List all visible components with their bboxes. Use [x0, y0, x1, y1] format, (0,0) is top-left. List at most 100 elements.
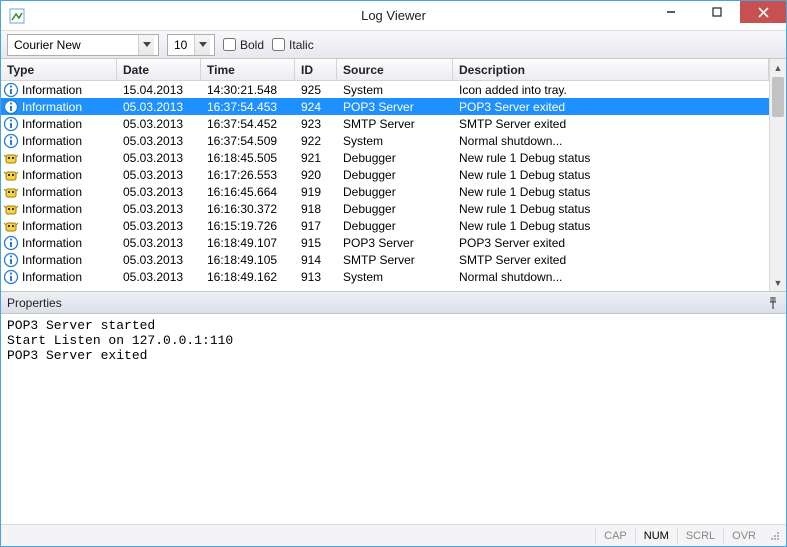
table-row[interactable]: Information05.03.201316:15:19.726917Debu… — [1, 217, 769, 234]
properties-header[interactable]: Properties — [1, 292, 786, 314]
info-icon — [3, 82, 19, 98]
table-row[interactable]: Information05.03.201316:37:54.453924POP3… — [1, 98, 769, 115]
cell-type-text: Information — [22, 270, 82, 284]
cell-description: New rule 1 Debug status — [453, 149, 769, 166]
cell-time: 16:18:49.105 — [201, 251, 295, 268]
scrollbar-thumb[interactable] — [772, 77, 784, 117]
table-header[interactable]: Type Date Time ID Source Description — [1, 59, 769, 81]
table-row[interactable]: Information15.04.201314:30:21.548925Syst… — [1, 81, 769, 98]
status-cap: CAP — [595, 528, 635, 544]
log-table[interactable]: Type Date Time ID Source Description Inf… — [1, 59, 769, 291]
cell-id: 922 — [295, 132, 337, 149]
cell-date: 05.03.2013 — [117, 166, 201, 183]
maximize-button[interactable] — [694, 1, 740, 23]
cell-id: 925 — [295, 81, 337, 98]
italic-checkbox[interactable]: Italic — [272, 38, 314, 52]
cell-time: 16:18:49.162 — [201, 268, 295, 285]
table-row[interactable]: Information05.03.201316:17:26.553920Debu… — [1, 166, 769, 183]
cell-description: SMTP Server exited — [453, 251, 769, 268]
bold-checkbox-input[interactable] — [223, 38, 236, 51]
cell-type-text: Information — [22, 253, 82, 267]
cell-time: 16:18:49.107 — [201, 234, 295, 251]
chevron-down-icon[interactable] — [138, 35, 154, 55]
column-id[interactable]: ID — [295, 59, 337, 80]
cell-source: POP3 Server — [337, 98, 453, 115]
cell-source: POP3 Server — [337, 234, 453, 251]
scroll-up-icon[interactable]: ▲ — [770, 59, 786, 76]
column-type[interactable]: Type — [1, 59, 117, 80]
status-ovr: OVR — [723, 528, 764, 544]
table-body: Information15.04.201314:30:21.548925Syst… — [1, 81, 769, 291]
cell-description: New rule 1 Debug status — [453, 217, 769, 234]
table-row[interactable]: Information05.03.201316:16:45.664919Debu… — [1, 183, 769, 200]
column-date[interactable]: Date — [117, 59, 201, 80]
info-icon — [3, 99, 19, 115]
bug-icon — [3, 184, 19, 200]
font-combo[interactable] — [7, 34, 159, 56]
cell-id: 917 — [295, 217, 337, 234]
cell-type: Information — [1, 183, 117, 200]
cell-source: Debugger — [337, 166, 453, 183]
cell-description: Icon added into tray. — [453, 81, 769, 98]
cell-description: New rule 1 Debug status — [453, 166, 769, 183]
column-source[interactable]: Source — [337, 59, 453, 80]
bold-checkbox[interactable]: Bold — [223, 38, 264, 52]
table-row[interactable]: Information05.03.201316:18:45.505921Debu… — [1, 149, 769, 166]
resize-grip-icon[interactable] — [768, 529, 782, 543]
scroll-down-icon[interactable]: ▼ — [770, 274, 786, 291]
app-window: Log Viewer Bold Italic Type — [0, 0, 787, 547]
close-button[interactable] — [740, 1, 786, 23]
cell-date: 05.03.2013 — [117, 132, 201, 149]
size-combo[interactable] — [167, 34, 215, 56]
cell-date: 05.03.2013 — [117, 115, 201, 132]
cell-type-text: Information — [22, 168, 82, 182]
cell-type: Information — [1, 81, 117, 98]
cell-description: Normal shutdown... — [453, 268, 769, 285]
app-icon — [9, 8, 25, 24]
cell-type: Information — [1, 200, 117, 217]
cell-type-text: Information — [22, 219, 82, 233]
minimize-button[interactable] — [648, 1, 694, 23]
info-icon — [3, 269, 19, 285]
cell-time: 16:17:26.553 — [201, 166, 295, 183]
bug-icon — [3, 218, 19, 234]
table-row[interactable]: Information05.03.201316:37:54.452923SMTP… — [1, 115, 769, 132]
font-combo-input[interactable] — [8, 35, 138, 55]
cell-description: POP3 Server exited — [453, 234, 769, 251]
cell-type-text: Information — [22, 134, 82, 148]
properties-title: Properties — [7, 296, 62, 310]
cell-type: Information — [1, 166, 117, 183]
cell-date: 05.03.2013 — [117, 200, 201, 217]
cell-id: 921 — [295, 149, 337, 166]
table-row[interactable]: Information05.03.201316:18:49.105914SMTP… — [1, 251, 769, 268]
size-combo-input[interactable] — [168, 35, 194, 55]
cell-source: System — [337, 132, 453, 149]
cell-time: 16:16:30.372 — [201, 200, 295, 217]
pin-icon[interactable] — [766, 296, 780, 310]
italic-checkbox-input[interactable] — [272, 38, 285, 51]
cell-description: New rule 1 Debug status — [453, 183, 769, 200]
chevron-down-icon[interactable] — [194, 35, 210, 55]
cell-type-text: Information — [22, 185, 82, 199]
vertical-scrollbar[interactable]: ▲ ▼ — [769, 59, 786, 291]
table-row[interactable]: Information05.03.201316:37:54.509922Syst… — [1, 132, 769, 149]
properties-text[interactable]: POP3 Server started Start Listen on 127.… — [1, 314, 786, 524]
table-row[interactable]: Information05.03.201316:18:49.162913Syst… — [1, 268, 769, 285]
cell-type: Information — [1, 251, 117, 268]
table-row[interactable]: Information05.03.201316:18:49.107915POP3… — [1, 234, 769, 251]
cell-type: Information — [1, 149, 117, 166]
cell-type-text: Information — [22, 236, 82, 250]
cell-type: Information — [1, 234, 117, 251]
cell-id: 918 — [295, 200, 337, 217]
cell-id: 919 — [295, 183, 337, 200]
titlebar[interactable]: Log Viewer — [1, 1, 786, 31]
table-row[interactable]: Information05.03.201316:16:30.372918Debu… — [1, 200, 769, 217]
log-table-container: Type Date Time ID Source Description Inf… — [1, 59, 786, 292]
column-description[interactable]: Description — [453, 59, 769, 80]
column-time[interactable]: Time — [201, 59, 295, 80]
cell-time: 16:15:19.726 — [201, 217, 295, 234]
cell-type-text: Information — [22, 151, 82, 165]
cell-id: 923 — [295, 115, 337, 132]
cell-type-text: Information — [22, 117, 82, 131]
cell-date: 05.03.2013 — [117, 183, 201, 200]
